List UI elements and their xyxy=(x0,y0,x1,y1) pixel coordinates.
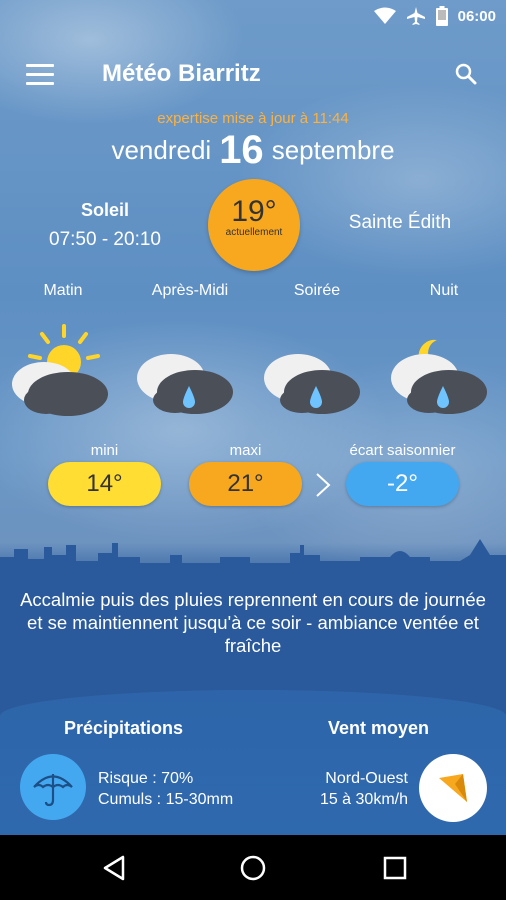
precipitation-details: Risque : 70% Cumuls : 15-30mm xyxy=(98,768,233,810)
wind-details: Nord-Ouest 15 à 30km/h xyxy=(320,768,408,810)
app-bar: Météo Biarritz xyxy=(0,52,506,96)
update-time: expertise mise à jour à 11:44 xyxy=(157,110,349,127)
date-month: septembre xyxy=(271,135,395,165)
airplane-icon xyxy=(406,7,425,25)
period-label-morning: Matin xyxy=(43,282,83,299)
app-title: Météo Biarritz xyxy=(102,60,261,87)
wind-arrow-icon[interactable] xyxy=(419,754,487,822)
date-weekday: vendredi xyxy=(111,135,212,165)
cloud-rain-icon[interactable] xyxy=(131,320,241,420)
date-day: 16 xyxy=(219,128,264,172)
mini-temperature: 14° xyxy=(48,462,161,506)
saint-of-day: Sainte Édith xyxy=(348,212,452,233)
current-temperature[interactable]: 19° actuellement xyxy=(208,179,300,271)
wind-title: Vent moyen xyxy=(328,718,430,738)
home-icon[interactable] xyxy=(238,853,268,883)
chevron-right-icon xyxy=(316,473,331,497)
wind-speed: 15 à 30km/h xyxy=(319,791,408,808)
system-nav-bar xyxy=(0,835,506,900)
seasonal-deviation: -2° xyxy=(346,462,459,506)
sun-times: 07:50 - 20:10 xyxy=(49,229,161,250)
current-temperature-value: 19° xyxy=(231,195,277,228)
period-label-night: Nuit xyxy=(429,282,459,299)
status-time: 06:00 xyxy=(457,7,496,25)
period-label-evening: Soirée xyxy=(293,282,341,299)
forecast-summary: Accalmie puis des pluies reprennent en c… xyxy=(20,589,486,656)
ecart-label: écart saisonnier xyxy=(349,442,456,459)
cloud-rain-icon[interactable] xyxy=(258,320,368,420)
umbrella-icon[interactable] xyxy=(20,754,86,820)
moon-cloud-rain-icon[interactable] xyxy=(385,320,495,420)
status-bar: 06:00 xyxy=(0,0,506,36)
mini-label: mini xyxy=(90,442,119,459)
precipitation-risk: Risque : 70% xyxy=(98,770,194,787)
battery-icon xyxy=(435,6,448,26)
maxi-temperature: 21° xyxy=(189,462,302,506)
maxi-label: maxi xyxy=(229,442,262,459)
search-icon[interactable] xyxy=(454,62,478,86)
period-labels: Matin Après-Midi Soirée Nuit xyxy=(0,282,506,302)
back-icon[interactable] xyxy=(100,853,130,883)
current-temperature-caption: actuellement xyxy=(225,227,283,238)
precipitation-amounts: Cumuls : 15-30mm xyxy=(98,791,234,808)
sun-block: Soleil 07:50 - 20:10 xyxy=(40,200,170,251)
recents-icon[interactable] xyxy=(380,853,410,883)
menu-icon[interactable] xyxy=(26,64,54,86)
period-label-afternoon: Après-Midi xyxy=(151,282,229,299)
wind-direction: Nord-Ouest xyxy=(325,770,408,787)
precipitations-title: Précipitations xyxy=(64,718,184,738)
wifi-icon xyxy=(373,7,396,24)
date-heading: vendredi 16 septembre xyxy=(0,128,506,173)
sun-cloud-rain-icon[interactable] xyxy=(6,320,116,420)
sun-label: Soleil xyxy=(80,200,129,220)
